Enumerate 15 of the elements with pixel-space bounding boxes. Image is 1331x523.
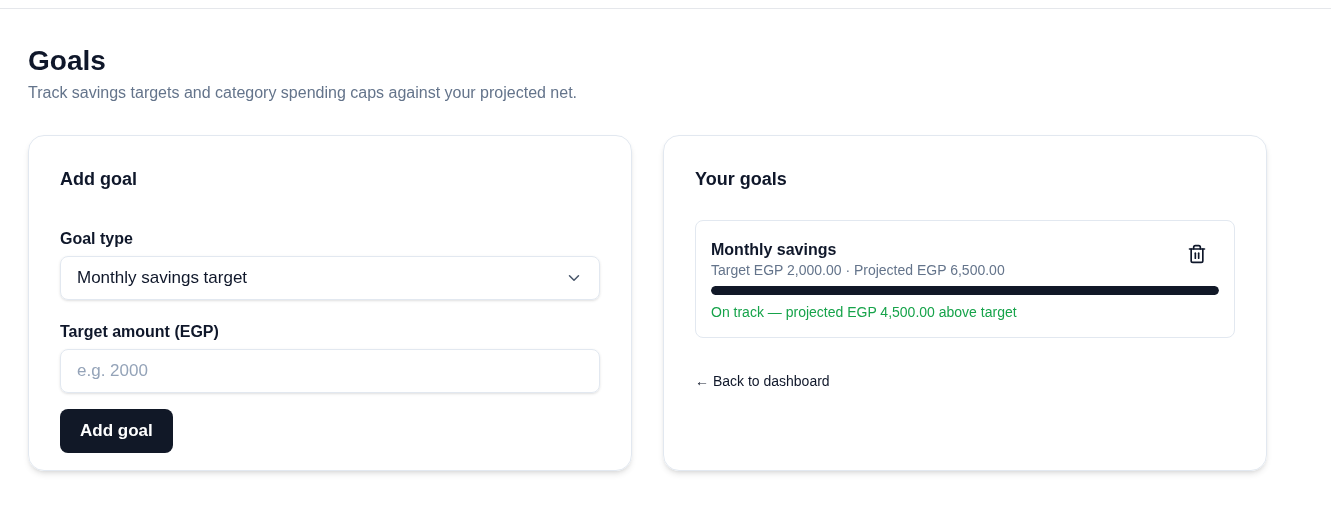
goal-status: On track — projected EGP 4,500.00 above target [711,303,1018,322]
trash-icon [1187,244,1207,264]
delete-button[interactable] [1187,244,1207,264]
select-field[interactable]: Monthly savings target [60,256,600,300]
page-title: Goals [28,45,107,77]
goal-detail: Target EGP 2,000.00 · Projected EGP 6,500.00 [711,261,1005,280]
card-title: Your goals [695,168,788,191]
page-subtitle: Track savings targets and category spending caps against your projected net. [28,83,579,103]
input-field[interactable]: e.g. 2000 [60,349,600,393]
add-goal-button[interactable]: Add goal [60,409,173,453]
back-link[interactable]: ← Back to dashboard [695,371,830,392]
field-label: Target amount (EGP) [60,322,220,342]
field-label: Goal type [60,229,134,249]
card-title: Add goal [60,168,138,191]
goal-name: Monthly savings [711,240,838,260]
